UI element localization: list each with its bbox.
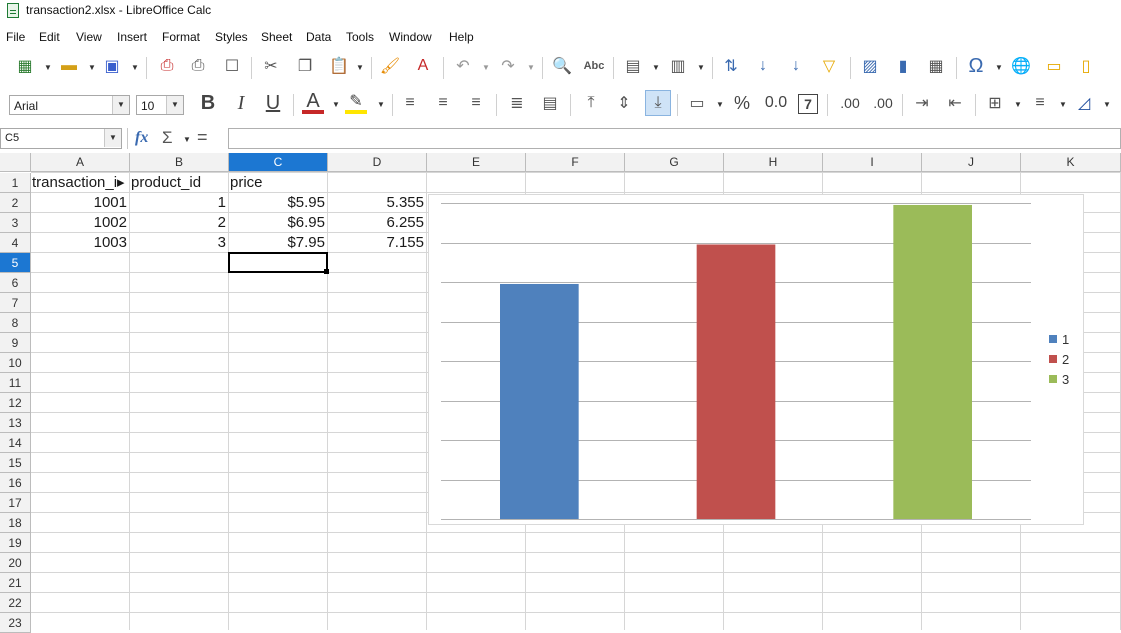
cell-a4[interactable]: 1003 bbox=[31, 233, 129, 253]
bar-chart: 1 2 3 bbox=[441, 203, 1069, 520]
column-header-j[interactable]: J bbox=[922, 153, 1021, 172]
row-header-9[interactable]: 9 bbox=[0, 333, 31, 353]
legend-swatch-2 bbox=[1049, 355, 1057, 363]
row-header-16[interactable]: 16 bbox=[0, 473, 31, 493]
cell-b3[interactable]: 2 bbox=[130, 213, 228, 233]
row-header-11[interactable]: 11 bbox=[0, 373, 31, 393]
cell-d1[interactable] bbox=[328, 173, 426, 193]
cell-d2[interactable]: 5.355 bbox=[328, 193, 426, 213]
cell-d4[interactable]: 7.155 bbox=[328, 233, 426, 253]
column-header-d[interactable]: D bbox=[328, 153, 427, 172]
column-header-e[interactable]: E bbox=[427, 153, 526, 172]
column-header-c[interactable]: C bbox=[229, 153, 328, 172]
row-header-15[interactable]: 15 bbox=[0, 453, 31, 473]
column-header-i[interactable]: I bbox=[823, 153, 922, 172]
cell-c4[interactable]: $7.95 bbox=[229, 233, 327, 253]
row-header-18[interactable]: 18 bbox=[0, 513, 31, 533]
row-header-1[interactable]: 1 bbox=[0, 173, 31, 193]
column-header-g[interactable]: G bbox=[625, 153, 724, 172]
legend-label-1: 1 bbox=[1062, 332, 1069, 347]
cell-d3[interactable]: 6.255 bbox=[328, 213, 426, 233]
row-header-23[interactable]: 23 bbox=[0, 613, 31, 633]
column-header-h[interactable]: H bbox=[724, 153, 823, 172]
cell-a1[interactable]: transaction_i▸ bbox=[31, 173, 129, 193]
cell-a3[interactable]: 1002 bbox=[31, 213, 129, 233]
cell-c3[interactable]: $6.95 bbox=[229, 213, 327, 233]
legend-swatch-1 bbox=[1049, 335, 1057, 343]
legend-label-3: 3 bbox=[1062, 372, 1069, 387]
column-header-a[interactable]: A bbox=[31, 153, 130, 172]
cell-c1[interactable]: price bbox=[229, 173, 327, 193]
chart-object[interactable]: 1 2 3 bbox=[428, 194, 1084, 525]
row-header-22[interactable]: 22 bbox=[0, 593, 31, 613]
legend-label-2: 2 bbox=[1062, 352, 1069, 367]
row-header-8[interactable]: 8 bbox=[0, 313, 31, 333]
row-header-7[interactable]: 7 bbox=[0, 293, 31, 313]
cell-c2[interactable]: $5.95 bbox=[229, 193, 327, 213]
legend-swatch-3 bbox=[1049, 375, 1057, 383]
row-header-17[interactable]: 17 bbox=[0, 493, 31, 513]
cell-a2[interactable]: 1001 bbox=[31, 193, 129, 213]
row-header-5[interactable]: 5 bbox=[0, 253, 31, 273]
cell-b4[interactable]: 3 bbox=[130, 233, 228, 253]
chart-bar-1 bbox=[500, 283, 579, 519]
row-header-4[interactable]: 4 bbox=[0, 233, 31, 253]
column-header-b[interactable]: B bbox=[130, 153, 229, 172]
fill-handle[interactable] bbox=[324, 269, 329, 274]
row-header-13[interactable]: 13 bbox=[0, 413, 31, 433]
cell-b1[interactable]: product_id bbox=[130, 173, 228, 193]
chart-bar-2 bbox=[696, 244, 776, 519]
column-header-k[interactable]: K bbox=[1021, 153, 1121, 172]
row-header-19[interactable]: 19 bbox=[0, 533, 31, 553]
row-header-12[interactable]: 12 bbox=[0, 393, 31, 413]
row-header-6[interactable]: 6 bbox=[0, 273, 31, 293]
chart-bar-3 bbox=[893, 204, 972, 519]
cell-b2[interactable]: 1 bbox=[130, 193, 228, 213]
row-header-20[interactable]: 20 bbox=[0, 553, 31, 573]
column-header-f[interactable]: F bbox=[526, 153, 625, 172]
row-header-21[interactable]: 21 bbox=[0, 573, 31, 593]
row-header-10[interactable]: 10 bbox=[0, 353, 31, 373]
row-header-3[interactable]: 3 bbox=[0, 213, 31, 233]
row-header-14[interactable]: 14 bbox=[0, 433, 31, 453]
active-cell-cursor[interactable] bbox=[228, 252, 328, 273]
select-all-corner[interactable] bbox=[0, 153, 31, 172]
row-header-2[interactable]: 2 bbox=[0, 193, 31, 213]
